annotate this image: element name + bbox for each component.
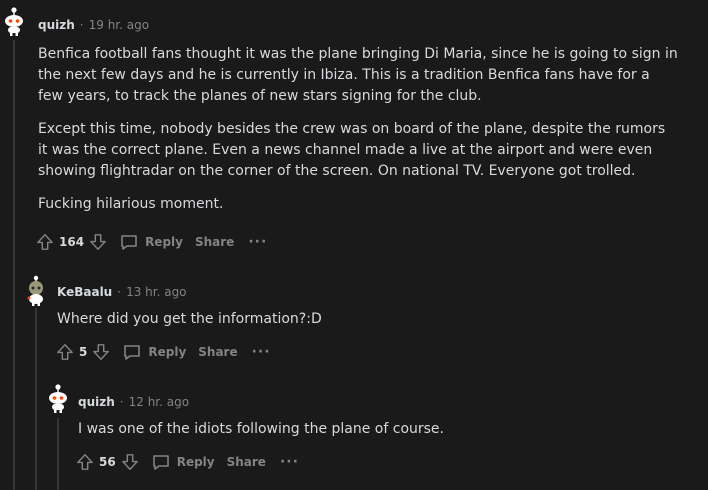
comment-paragraph: I was one of the idiots following the pl…: [78, 421, 444, 437]
meta-separator: ·: [117, 285, 122, 299]
comment-actions: 164 Reply Share ···: [34, 230, 267, 254]
downvote-icon: [90, 234, 106, 250]
comment-paragraph: Except this time, nobody besides the cre…: [38, 121, 666, 179]
comment-body: Where did you get the information?:D: [57, 309, 677, 342]
vote-count: 56: [99, 455, 116, 469]
reply-label: Reply: [176, 455, 215, 469]
more-options-button[interactable]: ···: [252, 345, 271, 359]
snoo-avatar-icon: [49, 384, 67, 413]
comment-body: I was one of the idiots following the pl…: [78, 419, 678, 452]
upvote-button[interactable]: [54, 341, 76, 363]
comment-thread: quizh · 19 hr. ago Benfica football fans…: [0, 0, 708, 490]
downvote-button[interactable]: [87, 231, 109, 253]
comment-actions: 56 Reply Share ···: [74, 450, 299, 474]
meta-separator: ·: [119, 395, 124, 409]
comment-timestamp[interactable]: 12 hr. ago: [129, 395, 189, 409]
upvote-icon: [57, 344, 73, 360]
share-button[interactable]: Share: [195, 235, 234, 249]
thread-line-level-1[interactable]: [35, 308, 37, 490]
downvote-icon: [93, 344, 110, 360]
avatar[interactable]: [0, 6, 28, 36]
downvote-icon: [121, 454, 138, 470]
comment-meta: quizh · 12 hr. ago: [78, 395, 189, 409]
reply-button[interactable]: Reply: [122, 342, 186, 362]
comment-meta: quizh · 19 hr. ago: [38, 18, 149, 32]
username-link[interactable]: quizh: [78, 395, 115, 409]
snoo-avatar-icon: [27, 275, 43, 306]
vote-count: 164: [59, 235, 85, 249]
meta-separator: ·: [79, 18, 84, 32]
comment-timestamp[interactable]: 13 hr. ago: [126, 285, 186, 299]
comment-bubble-icon: [121, 235, 137, 250]
more-options-button[interactable]: ···: [248, 235, 267, 249]
upvote-button[interactable]: [34, 231, 56, 253]
comment-paragraph: Fucking hilarious moment.: [38, 196, 224, 212]
vote-count: 5: [79, 345, 88, 359]
thread-line-level-0[interactable]: [13, 40, 15, 490]
comment-paragraph: Where did you get the information?:D: [57, 311, 322, 327]
downvote-button[interactable]: [119, 451, 141, 473]
comment-paragraph: Benfica football fans thought it was the…: [38, 46, 678, 104]
upvote-button[interactable]: [74, 451, 96, 473]
thread-line-level-2[interactable]: [57, 418, 59, 490]
comment-meta: KeBaalu · 13 hr. ago: [57, 285, 187, 299]
username-link[interactable]: KeBaalu: [57, 285, 112, 299]
avatar[interactable]: [22, 275, 50, 306]
avatar[interactable]: [44, 383, 72, 413]
comment-timestamp[interactable]: 19 hr. ago: [89, 18, 149, 32]
reply-label: Reply: [145, 235, 183, 249]
upvote-icon: [37, 234, 53, 250]
upvote-icon: [77, 454, 93, 470]
reply-button[interactable]: Reply: [119, 232, 183, 252]
comment-bubble-icon: [124, 345, 141, 360]
comment-body: Benfica football fans thought it was the…: [38, 44, 678, 227]
snoo-avatar-icon: [5, 7, 23, 36]
comment-actions: 5 Reply Share ···: [54, 340, 271, 364]
more-options-button[interactable]: ···: [280, 455, 299, 469]
share-button[interactable]: Share: [198, 345, 237, 359]
downvote-button[interactable]: [90, 341, 112, 363]
comment-bubble-icon: [152, 455, 169, 470]
reply-button[interactable]: Reply: [151, 452, 215, 472]
reply-label: Reply: [148, 345, 187, 359]
username-link[interactable]: quizh: [38, 18, 75, 32]
share-button[interactable]: Share: [227, 455, 266, 469]
